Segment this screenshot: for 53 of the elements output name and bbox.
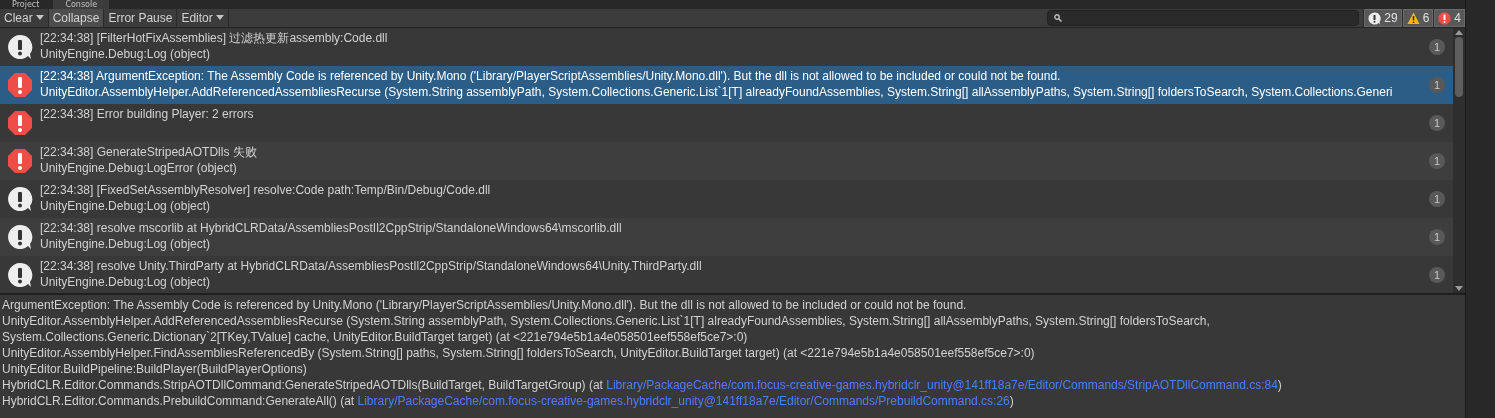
log-message: [22:34:38] ArgumentException: The Assembly Code is referenced by Unity.Mono ('Library/PlayerScriptAssemblies/Unity.Mono.dll'). But the dll is not allowed to be included or could not be found.: [40, 68, 1061, 84]
search-field[interactable]: [1047, 10, 1360, 26]
info-bubble-icon: [1368, 11, 1382, 25]
scroll-thumb[interactable]: [1455, 37, 1463, 97]
count-badge: 1: [1429, 229, 1445, 245]
log-trace: UnityEngine.Debug:Log (object): [40, 274, 211, 290]
stack-trace-line: UnityEditor.AssemblyHelper.AddReferencedAssembliesRecurse (System.String assemblyPath, System.Collections.Generic.List`1[T] alreadyFoundAssemblies, System.String[] allAssemblyPaths, System.String[] foldersToSearch,: [2, 313, 1210, 329]
log-trace: UnityEngine.Debug:Log (object): [40, 236, 211, 252]
log-message: [22:34:38] GenerateStripedAOTDlls 失败: [40, 144, 257, 160]
log-entry[interactable]: [22:34:38] GenerateStripedAOTDlls 失败 UnityEngine.Debug:LogError (object) 1: [0, 142, 1453, 180]
log-message: [22:34:38] [FilterHotFixAssemblies] 过滤热更新assembly:Code.dll: [40, 30, 388, 46]
count-filter-button[interactable]: 29: [1363, 9, 1402, 27]
count-filter-button[interactable]: 6: [1401, 9, 1434, 27]
up-arrow-icon: [1455, 30, 1463, 35]
info-bubble-icon: [7, 262, 33, 288]
log-message: [22:34:38] resolve Unity.ThirdParty at HybridCLRData/AssembliesPostIl2CppStrip/StandaloneWindows64\Unity.ThirdParty.dll: [40, 258, 702, 274]
warning-triangle-icon: [1406, 11, 1420, 25]
count-badge: 1: [1429, 77, 1445, 93]
error-octagon-icon: [7, 148, 33, 174]
log-trace: UnityEngine.Debug:Log (object): [40, 198, 211, 214]
error-octagon-icon: [1438, 11, 1452, 25]
scrollbar[interactable]: [1453, 28, 1465, 293]
stack-trace-line: ): [1277, 378, 1282, 392]
log-trace: UnityEditor.AssemblyHelper.AddReferencedAssembliesRecurse (System.String assemblyPath, System.Collections.Generic.List`1[T] alreadyFoundAssemblies, System.String[] allAssemblyPaths, System.String[] foldersToSearch, System.Collections.Generi: [40, 84, 1393, 100]
log-entry[interactable]: [22:34:38] resolve mscorlib at HybridCLRData/AssembliesPostIl2CppStrip/StandaloneWindows64\mscorlib.dll UnityEngine.Debug:Log (object) 1: [0, 218, 1453, 256]
log-message: [22:34:38] [FixedSetAssemblyResolver] resolve:Code path:Temp/Bin/Debug/Code.dll: [40, 182, 491, 198]
count-badge: 1: [1429, 267, 1445, 283]
log-trace: UnityEngine.Debug:Log (object): [40, 46, 211, 62]
stack-trace-line: UnityEditor.AssemblyHelper.FindAssembliesReferencedBy (System.String[] paths, System.String[] foldersToSearch, UnityEditor.BuildTarget target) (at <221e794e5b1a4e058501eef558ef5ce7>:0): [2, 345, 1035, 361]
count-badge: 1: [1429, 153, 1445, 169]
stack-trace-line: UnityEditor.BuildPipeline:BuildPlayer(BuildPlayerOptions): [2, 361, 307, 377]
toolbar-button[interactable]: Collapse: [48, 9, 105, 27]
info-bubble-icon: [7, 224, 33, 250]
stack-trace-line: HybridCLR.Editor.Commands.PrebuildCommand:GenerateAll() (at: [2, 394, 355, 408]
down-arrow-icon: [1455, 286, 1463, 291]
count-badge: 1: [1429, 39, 1445, 55]
search-icon: [1054, 14, 1063, 22]
info-bubble-icon: [7, 186, 33, 212]
stack-trace-line: HybridCLR.Editor.Commands.StripAOTDllCommand:GenerateStripedAOTDlls(BuildTarget, BuildTargetGroup) (at: [2, 378, 603, 392]
log-trace: UnityEngine.Debug:LogError (object): [40, 160, 237, 176]
count-badge: 1: [1429, 115, 1445, 131]
stack-trace-line: System.Collections.Generic.Dictionary`2[TKey,TValue] cache, UnityEditor.BuildTarget target) (at <221e794e5b1a4e058501eef558ef5ce7>:0): [2, 329, 748, 345]
error-octagon-icon: [7, 72, 33, 98]
log-message: [22:34:38] resolve mscorlib at HybridCLRData/AssembliesPostIl2CppStrip/StandaloneWindows64\mscorlib.dll: [40, 220, 622, 236]
stack-trace-line: ): [1009, 394, 1014, 408]
count-badge: 1: [1429, 191, 1445, 207]
panel-tab[interactable]: Console: [53, 0, 110, 9]
error-octagon-icon: [7, 110, 33, 136]
log-message: [22:34:38] Error building Player: 2 errors: [40, 106, 254, 122]
stack-trace-line: ArgumentException: The Assembly Code is referenced by Unity.Mono ('Library/PlayerScriptAssemblies/Unity.Mono.dll'). But the dll is not allowed to be included or could not be found.: [2, 297, 967, 313]
info-bubble-icon: [7, 34, 33, 60]
count-filter-button[interactable]: 4: [1433, 9, 1465, 27]
log-entry[interactable]: [0, 66, 1453, 104]
